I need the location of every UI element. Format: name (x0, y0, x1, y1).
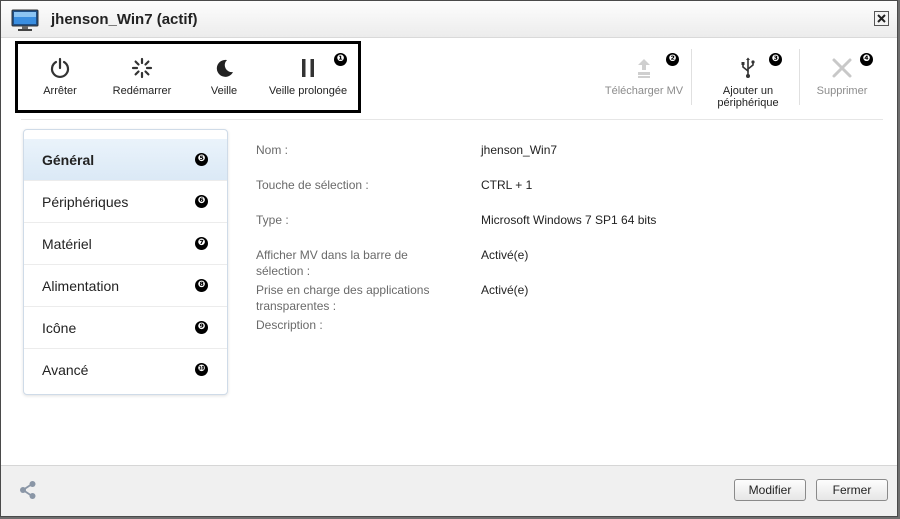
toolbar-separator (691, 49, 692, 105)
moon-icon (216, 59, 233, 77)
callout-marker-7: ❼ (195, 237, 208, 250)
close-icon (877, 14, 886, 23)
modify-button[interactable]: Modifier (734, 479, 806, 501)
sidebar-item-label: Alimentation (42, 278, 120, 294)
show-in-bar-value: Activé(e) (481, 248, 529, 262)
sidebar-item-advanced[interactable]: Avancé ❿ (24, 349, 227, 391)
callout-marker-2: ❷ (666, 53, 679, 66)
add-device-button[interactable]: Ajouter un périphérique (703, 57, 793, 109)
sidebar-item-devices[interactable]: Périphériques ❻ (24, 181, 227, 223)
sidebar-item-hardware[interactable]: Matériel ❼ (24, 223, 227, 265)
callout-marker-9: ❾ (195, 321, 208, 334)
restart-button[interactable]: Redémarrer (97, 57, 187, 97)
sleep-button[interactable]: Veille (179, 57, 269, 97)
detail-label-text: transparentes : (256, 299, 337, 313)
pause-icon (302, 59, 314, 77)
detail-label-text: Afficher MV dans la barre de (256, 248, 408, 262)
share-icon[interactable] (19, 480, 37, 500)
sidebar-item-icon[interactable]: Icône ❾ (24, 307, 227, 349)
shutdown-label: Arrêter (43, 85, 77, 97)
sidebar-item-label: Général (42, 152, 95, 168)
sidebar-item-power[interactable]: Alimentation ❽ (24, 265, 227, 307)
detail-label-text: Type : (256, 213, 289, 227)
settings-nav-sidebar: Général ❺ Périphériques ❻ Matériel ❼ Ali… (23, 129, 228, 395)
detail-label-text: Description : (256, 318, 323, 332)
hibernate-label: Veille prolongée (268, 85, 348, 97)
delete-button[interactable]: Supprimer (797, 57, 887, 97)
title-bar: jhenson_Win7 (actif) (1, 1, 897, 38)
sidebar-item-label: Avancé (42, 362, 89, 378)
detail-label-text: Nom : (256, 143, 289, 157)
dialog-footer: Modifier Fermer (1, 465, 897, 516)
restart-label: Redémarrer (112, 85, 172, 97)
detail-label-text: Prise en charge des applications (256, 283, 430, 297)
detail-label-text: Touche de sélection : (256, 178, 369, 192)
type-value: Microsoft Windows 7 SP1 64 bits (481, 213, 657, 227)
hotkey-value: CTRL + 1 (481, 178, 533, 192)
sidebar-item-label: Périphériques (42, 194, 129, 210)
shutdown-button[interactable]: Arrêter (15, 57, 105, 97)
toolbar-divider (21, 119, 883, 120)
callout-marker-6: ❻ (195, 195, 208, 208)
restart-spinner-icon (131, 57, 153, 79)
show-in-bar-label: Afficher MV dans la barre de sélection : (256, 247, 456, 279)
close-button[interactable]: Fermer (816, 479, 888, 501)
delete-label: Supprimer (816, 85, 868, 97)
callout-marker-5: ❺ (195, 153, 208, 166)
description-label: Description : (256, 317, 456, 333)
callout-marker-3: ❸ (769, 53, 782, 66)
transparent-apps-label: Prise en charge des applications transpa… (256, 282, 456, 314)
callout-marker-1: ❶ (334, 53, 347, 66)
type-label: Type : (256, 212, 456, 228)
transparent-apps-value: Activé(e) (481, 283, 529, 297)
power-icon (50, 57, 70, 79)
monitor-icon (11, 9, 39, 31)
name-value: jhenson_Win7 (481, 143, 558, 157)
sidebar-item-general[interactable]: Général ❺ (24, 139, 227, 181)
hotkey-label: Touche de sélection : (256, 177, 456, 193)
vm-settings-window: jhenson_Win7 (actif) Arrêter Redémarrer … (0, 0, 898, 517)
callout-marker-4: ❹ (860, 53, 873, 66)
sidebar-item-label: Matériel (42, 236, 92, 252)
close-window-button[interactable] (874, 11, 889, 26)
upload-vm-label: Télécharger MV (604, 85, 684, 97)
callout-marker-10: ❿ (195, 363, 208, 376)
name-label: Nom : (256, 142, 456, 158)
sleep-label: Veille (210, 85, 238, 97)
add-device-label-line1: Ajouter un (722, 85, 774, 97)
detail-label-text: sélection : (256, 264, 311, 278)
callout-marker-8: ❽ (195, 279, 208, 292)
window-title: jhenson_Win7 (actif) (51, 11, 198, 28)
add-device-label-line2: périphérique (717, 97, 779, 109)
upload-icon (638, 59, 650, 78)
sidebar-item-label: Icône (42, 320, 77, 336)
usb-icon (741, 57, 755, 78)
x-icon (832, 58, 852, 78)
